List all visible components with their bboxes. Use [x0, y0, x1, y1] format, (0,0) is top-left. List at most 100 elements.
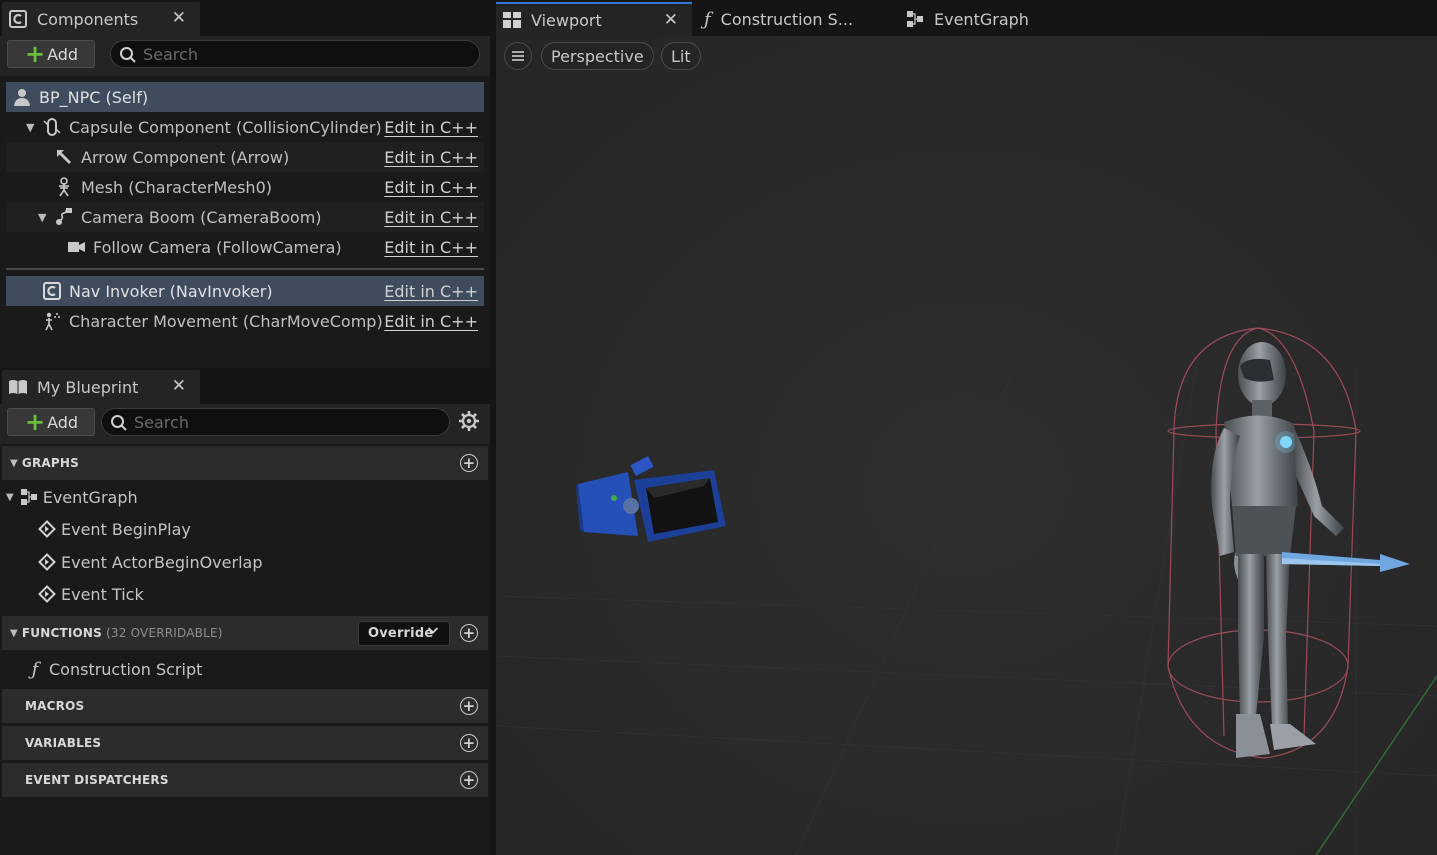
components-search-placeholder: Search — [143, 44, 198, 64]
close-icon[interactable]: ✕ — [172, 8, 186, 28]
character-movement-icon — [42, 311, 62, 331]
expand-arrow-icon[interactable]: ▼ — [38, 211, 52, 224]
tree-item-arrow[interactable]: Arrow Component (Arrow) Edit in C++ — [6, 142, 484, 172]
arrow-component-icon — [54, 147, 74, 167]
edit-in-cpp-link[interactable]: Edit in C++ — [384, 282, 478, 301]
capsule-icon — [42, 117, 62, 137]
event-label: Event BeginPlay — [61, 519, 191, 539]
search-icon — [119, 46, 137, 68]
my-blueprint-tab[interactable]: My Blueprint ✕ — [2, 370, 200, 404]
close-icon[interactable]: ✕ — [664, 10, 678, 30]
event-dispatchers-label: EVENT DISPATCHERS — [25, 773, 169, 787]
add-macro-icon[interactable]: + — [460, 697, 478, 715]
pawn-icon — [12, 87, 32, 107]
event-item[interactable]: Event ActorBeginOverlap — [2, 546, 488, 578]
edit-in-cpp-link[interactable]: Edit in C++ — [384, 118, 478, 137]
tab-viewport[interactable]: Viewport ✕ — [496, 2, 692, 36]
add-blueprint-item-label: Add — [47, 412, 79, 432]
blueprint-search-placeholder: Search — [134, 412, 189, 432]
tree-item-self[interactable]: BP_NPC (Self) — [6, 82, 484, 112]
chevron-down-icon — [427, 624, 439, 640]
function-icon: ƒ — [31, 658, 39, 680]
event-dispatchers-section-header[interactable]: EVENT DISPATCHERS + — [2, 763, 488, 797]
plus-icon: + — [25, 408, 46, 436]
tree-item-label: Camera Boom (CameraBoom) — [81, 207, 322, 227]
tree-item-label: Character Movement (CharMoveComp) — [69, 311, 383, 331]
variables-section-header[interactable]: VARIABLES + — [2, 726, 488, 760]
blueprint-search-input[interactable]: Search — [101, 408, 450, 436]
graph-item-eventgraph[interactable]: ▼ EventGraph — [2, 481, 488, 513]
my-blueprint-toolbar: + Add Search — [0, 404, 490, 444]
add-function-icon[interactable]: + — [460, 624, 478, 642]
tree-item-label: Mesh (CharacterMesh0) — [81, 177, 272, 197]
tree-item-character-movement[interactable]: Character Movement (CharMoveComp) Edit i… — [6, 306, 484, 336]
construction-script-label: Construction Script — [49, 659, 203, 679]
add-event-dispatcher-icon[interactable]: + — [460, 771, 478, 789]
construction-tab-title: Construction S... — [720, 9, 854, 29]
tab-event-graph[interactable]: EventGraph — [906, 2, 1066, 36]
event-graph-icon — [20, 488, 38, 506]
event-diamond-icon — [38, 520, 56, 538]
tree-item-nav-invoker[interactable]: Nav Invoker (NavInvoker) Edit in C++ — [6, 276, 484, 306]
functions-section-header[interactable]: ▼ FUNCTIONS (32 OVERRIDABLE) Override + — [2, 616, 488, 650]
tree-item-mesh[interactable]: Mesh (CharacterMesh0) Edit in C++ — [6, 172, 484, 202]
function-item-construction-script[interactable]: ƒ Construction Script — [2, 653, 488, 685]
edit-in-cpp-link[interactable]: Edit in C++ — [384, 148, 478, 167]
components-tab-title: Components — [37, 9, 139, 29]
macros-section-header[interactable]: MACROS + — [2, 689, 488, 723]
edit-in-cpp-link[interactable]: Edit in C++ — [384, 178, 478, 197]
viewport-tab-title: Viewport — [531, 10, 602, 30]
function-icon: ƒ — [704, 8, 711, 30]
tree-item-label: Capsule Component (CollisionCylinder) — [69, 117, 382, 137]
spring-arm-icon — [54, 207, 74, 227]
tree-item-label: BP_NPC (Self) — [39, 87, 149, 107]
add-component-button[interactable]: + Add — [7, 40, 95, 68]
tree-item-capsule[interactable]: ▼ Capsule Component (CollisionCylinder) … — [6, 112, 484, 142]
tree-item-label: Arrow Component (Arrow) — [81, 147, 290, 167]
components-tabbar: Components ✕ — [0, 0, 490, 36]
close-icon[interactable]: ✕ — [172, 376, 186, 396]
gear-icon[interactable] — [458, 410, 480, 436]
edit-in-cpp-link[interactable]: Edit in C++ — [384, 208, 478, 227]
viewport-icon — [502, 10, 522, 30]
event-label: Event ActorBeginOverlap — [61, 552, 263, 572]
expand-arrow-icon[interactable]: ▼ — [26, 121, 40, 134]
tree-item-follow-camera[interactable]: Follow Camera (FollowCamera) Edit in C++ — [6, 232, 484, 262]
edit-in-cpp-link[interactable]: Edit in C++ — [384, 312, 478, 331]
add-graph-icon[interactable]: + — [460, 454, 478, 472]
viewport-options-button[interactable] — [504, 42, 532, 70]
lit-mode-button[interactable]: Lit — [661, 42, 701, 70]
camera-icon — [66, 237, 86, 257]
components-search-input[interactable]: Search — [110, 40, 480, 68]
lit-label: Lit — [671, 46, 691, 66]
variables-label: VARIABLES — [25, 736, 102, 750]
add-blueprint-item-button[interactable]: + Add — [7, 408, 95, 436]
tree-separator — [6, 268, 484, 270]
plus-icon: + — [25, 40, 46, 68]
event-graph-icon — [906, 10, 924, 28]
tree-item-label: Follow Camera (FollowCamera) — [93, 237, 342, 257]
tree-item-label: Nav Invoker (NavInvoker) — [69, 281, 273, 301]
editor-tabbar: Viewport ✕ ƒ Construction S... EventGrap… — [494, 0, 1437, 36]
graphs-label: GRAPHS — [21, 456, 79, 470]
components-tab[interactable]: Components ✕ — [2, 2, 200, 36]
viewport-scene — [496, 36, 1437, 855]
viewport-canvas[interactable]: Perspective Lit — [496, 36, 1437, 855]
functions-overridable-count: (32 OVERRIDABLE) — [106, 626, 223, 640]
collapse-arrow-icon: ▼ — [6, 491, 14, 503]
edit-in-cpp-link[interactable]: Edit in C++ — [384, 238, 478, 257]
graphs-section-header[interactable]: ▼ GRAPHS + — [2, 446, 488, 480]
event-graph-tab-title: EventGraph — [934, 9, 1029, 29]
left-panels: Components ✕ + Add Search BP_NPC (Self) … — [0, 0, 490, 855]
event-diamond-icon — [38, 585, 56, 603]
event-item[interactable]: Event Tick — [2, 578, 488, 610]
add-component-label: Add — [47, 44, 79, 64]
add-variable-icon[interactable]: + — [460, 734, 478, 752]
perspective-button[interactable]: Perspective — [541, 42, 654, 70]
override-dropdown[interactable]: Override — [358, 621, 450, 646]
tab-construction-script[interactable]: ƒ Construction S... — [704, 2, 884, 36]
tree-item-camera-boom[interactable]: ▼ Camera Boom (CameraBoom) Edit in C++ — [6, 202, 484, 232]
collapse-arrow-icon: ▼ — [10, 627, 18, 639]
book-icon — [8, 377, 28, 397]
event-item[interactable]: Event BeginPlay — [2, 513, 488, 545]
